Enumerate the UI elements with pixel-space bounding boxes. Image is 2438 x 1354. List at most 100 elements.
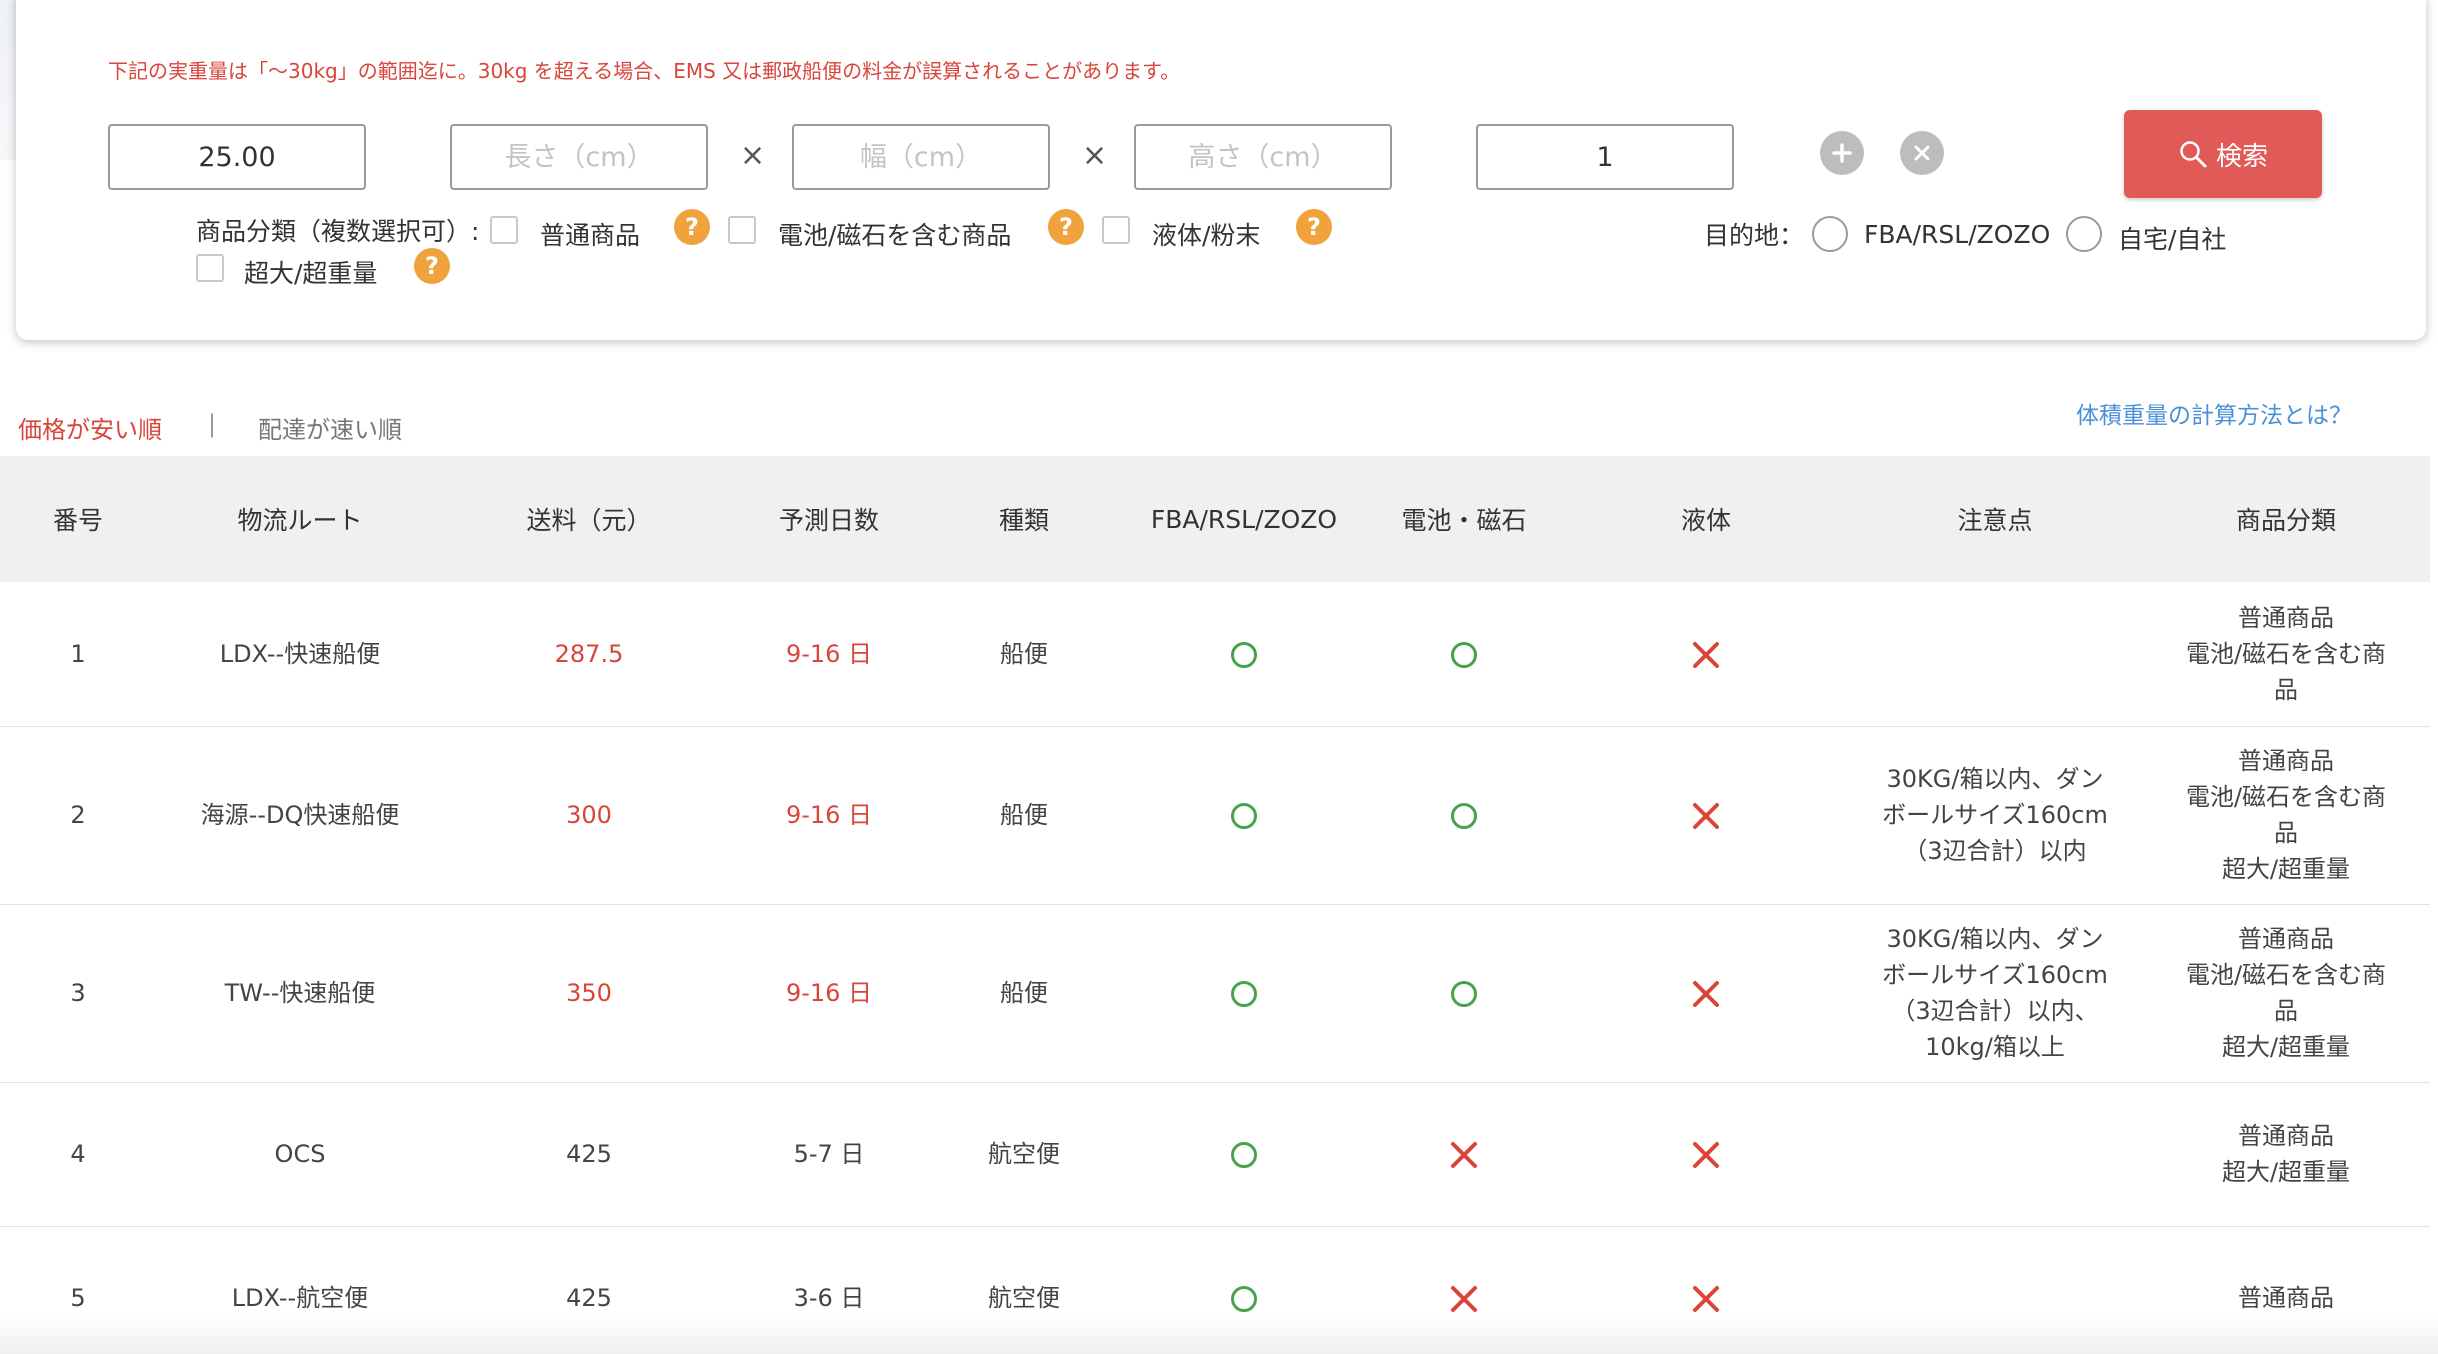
- destination-option-home: 自宅/自社: [2118, 225, 2227, 254]
- category-option-battery: 電池/磁石を含む商品: [778, 221, 1012, 250]
- category-line: 普通商品: [2238, 603, 2334, 632]
- category-line: 電池/磁石を含む商: [2185, 961, 2387, 989]
- row-route: TW--快速船便: [156, 904, 444, 1083]
- row-liquid: [1564, 904, 1848, 1083]
- add-button[interactable]: [1820, 131, 1864, 175]
- times-symbol: ×: [1082, 138, 1108, 173]
- sort-separator: |: [208, 410, 217, 438]
- row-liquid: [1564, 1082, 1848, 1227]
- row-route: LDX--航空便: [156, 1226, 444, 1354]
- row-notes: [1848, 582, 2142, 727]
- times-symbol: ×: [740, 138, 766, 173]
- header-category: 商品分類: [2235, 506, 2336, 535]
- unavailable-cross-icon: [1693, 641, 1719, 668]
- table-row[interactable]: 3 TW--快速船便 350 9-16 日船便 30KG/箱以内、ダン ボールサイズ160…: [0, 904, 2430, 1083]
- search-button[interactable]: 検索: [2124, 110, 2322, 198]
- sort-by-speed[interactable]: 配達が速い順: [258, 410, 402, 445]
- radio-home[interactable]: [2066, 216, 2102, 252]
- row-type: 船便: [924, 726, 1124, 905]
- row-type: 船便: [924, 582, 1124, 727]
- row-fee: 425: [444, 1226, 734, 1354]
- width-input[interactable]: [792, 124, 1050, 190]
- available-circle-icon: [1451, 803, 1477, 829]
- available-circle-icon: [1451, 981, 1477, 1007]
- row-battery: [1364, 582, 1564, 727]
- table-row[interactable]: 4 OCS 425 5-7 日航空便 普通商品超大/超重量: [0, 1082, 2430, 1227]
- help-icon[interactable]: ?: [414, 248, 450, 284]
- plus-icon: [1832, 143, 1852, 163]
- row-notes: [1848, 1082, 2142, 1227]
- row-battery: [1364, 904, 1564, 1083]
- results-table: 番号 物流ルート 送料（元） 予測日数 種類 FBA/RSL/ZOZO 電池・磁…: [0, 456, 2430, 1354]
- available-circle-icon: [1231, 981, 1257, 1007]
- row-days: 9-16 日: [734, 904, 924, 1083]
- note-line: 10kg/箱以上: [1925, 1033, 2065, 1061]
- note-line: 30KG/箱以内、ダン: [1886, 925, 2104, 953]
- row-days: 5-7 日: [734, 1082, 924, 1227]
- row-fba: [1124, 1082, 1364, 1227]
- volumetric-weight-link[interactable]: 体積重量の計算方法とは？: [2076, 396, 2352, 430]
- table-row[interactable]: 5 LDX--航空便 425 3-6 日航空便 普通商品: [0, 1226, 2430, 1354]
- row-battery: [1364, 1082, 1564, 1227]
- unavailable-cross-icon: [1693, 803, 1719, 829]
- row-days: 9-16 日: [734, 726, 924, 905]
- category-line: 品: [2274, 675, 2298, 704]
- unavailable-cross-icon: [1451, 1286, 1477, 1312]
- quantity-input[interactable]: [1476, 124, 1734, 190]
- row-type: 航空便: [924, 1082, 1124, 1227]
- row-category: 普通商品電池/磁石を含む商品: [2142, 582, 2430, 727]
- category-line: 超大/超重量: [2221, 855, 2351, 883]
- note-line: ボールサイズ160cm: [1882, 961, 2108, 989]
- unavailable-cross-icon: [1693, 1142, 1719, 1168]
- row-category: 普通商品 電池/磁石を含む商品超大/超重量: [2142, 726, 2430, 905]
- row-number: 3: [0, 904, 156, 1083]
- row-route: OCS: [156, 1082, 444, 1227]
- row-fba: [1124, 726, 1364, 905]
- row-liquid: [1564, 1226, 1848, 1354]
- sort-by-price[interactable]: 価格が安い順: [18, 410, 162, 445]
- weight-input[interactable]: [108, 124, 366, 190]
- clear-button[interactable]: [1900, 131, 1944, 175]
- category-line: 電池/磁石を含む商: [2185, 639, 2387, 668]
- row-number: 4: [0, 1082, 156, 1227]
- available-circle-icon: [1231, 803, 1257, 829]
- row-fee: 425: [444, 1082, 734, 1227]
- table-row[interactable]: 1 LDX--快速船便 287.5 9-16 日船便 普通商品 電池/磁石を含む商品: [0, 582, 2430, 727]
- destination-label: 目的地：: [1704, 221, 1805, 250]
- category-line: 超大/超重量: [2221, 1033, 2351, 1061]
- row-battery: [1364, 726, 1564, 905]
- category-line: 品: [2274, 997, 2298, 1025]
- checkbox-oversize[interactable]: [196, 254, 224, 282]
- category-line: 電池/磁石を含む商: [2185, 783, 2387, 811]
- length-input[interactable]: [450, 124, 708, 190]
- row-notes: [1848, 1226, 2142, 1354]
- table-row[interactable]: 2 海源--DQ快速船便 300 9-16 日船便 30KG/箱以内、ダン ボールサイズ1…: [0, 726, 2430, 905]
- radio-fba[interactable]: [1812, 216, 1848, 252]
- unavailable-cross-icon: [1451, 1142, 1477, 1168]
- category-line: 超大/超重量: [2221, 1158, 2351, 1186]
- available-circle-icon: [1231, 641, 1257, 668]
- category-option-oversize: 超大/超重量: [244, 259, 378, 288]
- checkbox-battery[interactable]: [728, 216, 756, 244]
- help-icon[interactable]: ?: [1296, 209, 1332, 245]
- help-icon[interactable]: ?: [674, 209, 710, 245]
- row-fee: 300: [444, 726, 734, 905]
- weight-notice: 下記の実重量は「〜30kg」の範囲迄に。30kg を超える場合、EMS 又は郵政…: [108, 59, 1181, 83]
- category-line: 普通商品: [2238, 1122, 2334, 1150]
- help-icon[interactable]: ?: [1048, 209, 1084, 245]
- row-liquid: [1564, 726, 1848, 905]
- search-button-label: 検索: [2215, 141, 2268, 172]
- note-line: （3辺合計）以内: [1903, 837, 2087, 865]
- category-label: 商品分類（複数選択可）:: [196, 217, 480, 246]
- row-category: 普通商品: [2142, 1226, 2430, 1354]
- unavailable-cross-icon: [1693, 1286, 1719, 1312]
- checkbox-liquid[interactable]: [1102, 216, 1130, 244]
- destination-option-fba: FBA/RSL/ZOZO: [1864, 220, 2051, 249]
- category-option-normal: 普通商品: [540, 221, 641, 250]
- row-number: 2: [0, 726, 156, 905]
- unavailable-cross-icon: [1693, 981, 1719, 1007]
- checkbox-normal[interactable]: [490, 216, 518, 244]
- row-fee: 287.5: [444, 582, 734, 727]
- row-type: 船便: [924, 904, 1124, 1083]
- height-input[interactable]: [1134, 124, 1392, 190]
